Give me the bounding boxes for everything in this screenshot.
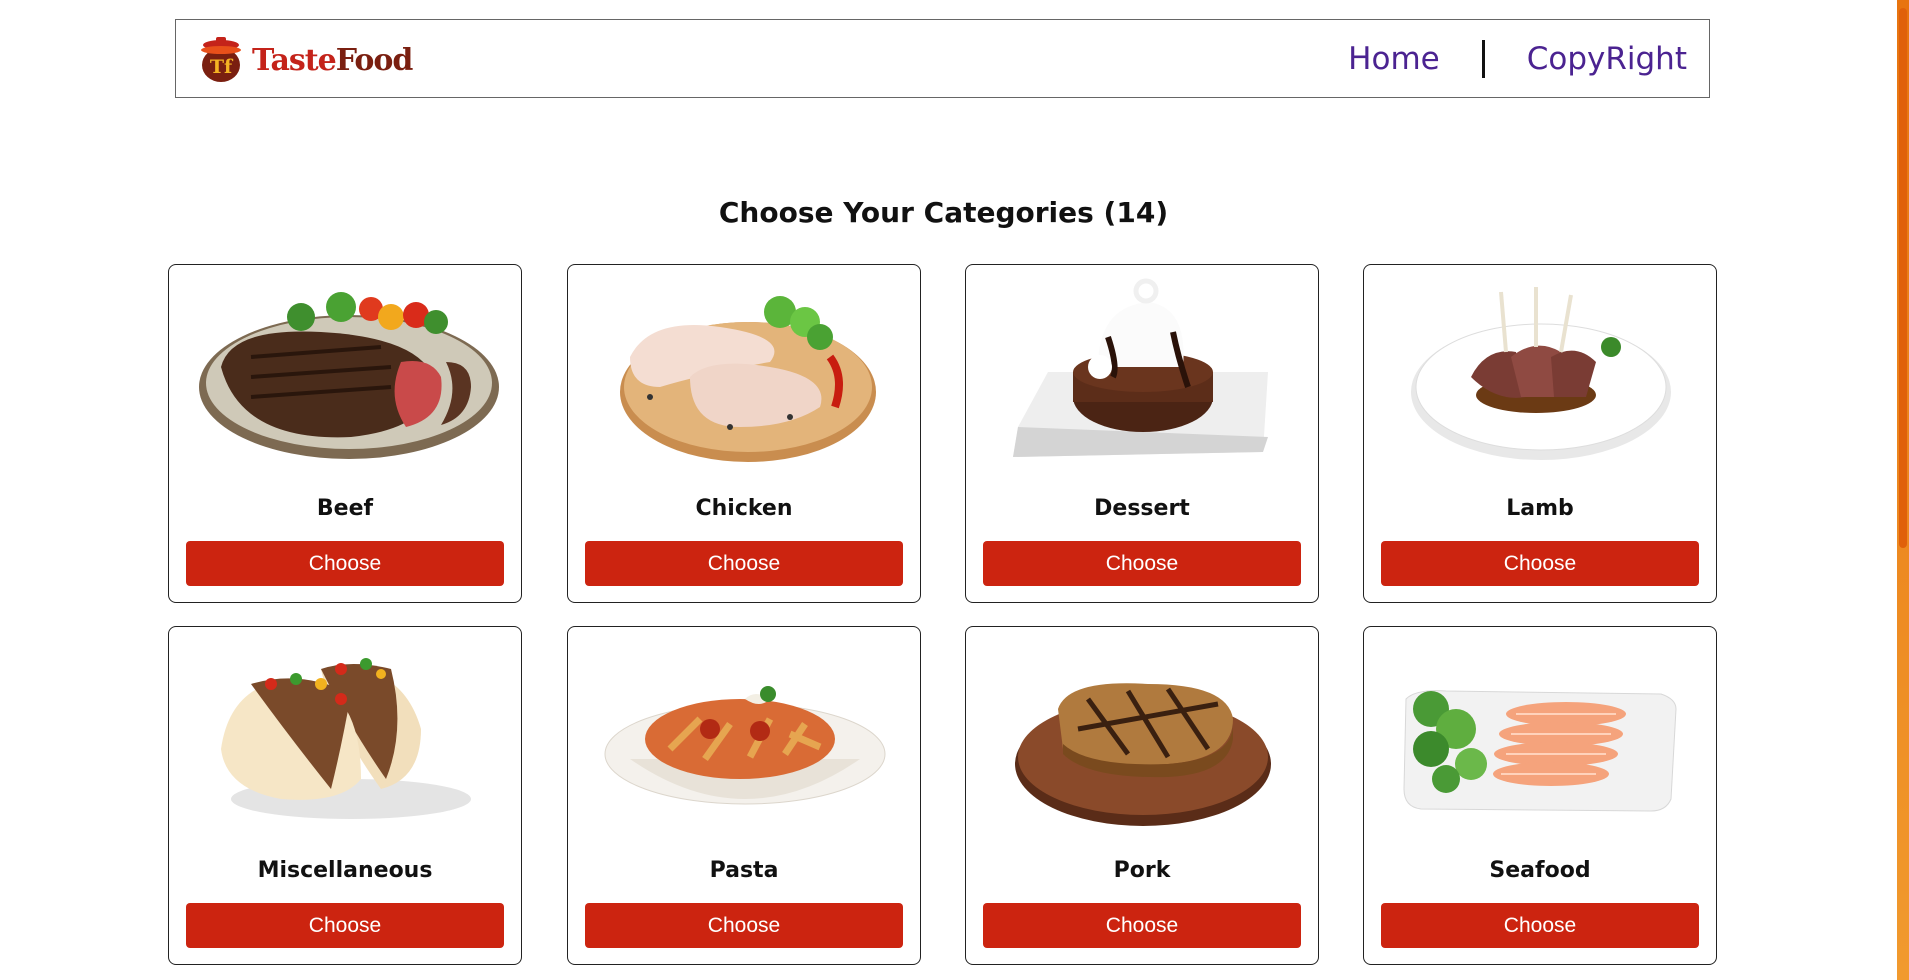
category-name: Dessert [1094,496,1190,521]
category-card-pork: Pork Choose [965,626,1319,965]
category-name: Seafood [1489,858,1591,883]
brand-logo[interactable]: Tf TasteFood [196,34,413,86]
nav-home-link[interactable]: Home [1348,41,1440,77]
scrollbar[interactable] [1897,0,1909,980]
choose-button[interactable]: Choose [1381,903,1699,948]
category-name: Lamb [1506,496,1574,521]
choose-button[interactable]: Choose [983,903,1301,948]
choose-button[interactable]: Choose [983,541,1301,586]
category-name: Pasta [709,858,779,883]
choose-button[interactable]: Choose [186,903,504,948]
category-name: Chicken [695,496,793,521]
category-name: Pork [1113,858,1171,883]
main-nav: Home CopyRight [1348,20,1687,97]
page-title: Choose Your Categories (14) [718,196,1169,229]
category-card-seafood: Seafood Choose [1363,626,1717,965]
category-card-pasta: Pasta Choose [567,626,921,965]
choose-button[interactable]: Choose [1381,541,1699,586]
pork-image [1015,683,1271,826]
choose-button[interactable]: Choose [585,541,903,586]
category-card-chicken: Chicken Choose [567,264,921,603]
category-name: Beef [316,496,374,521]
category-card-dessert: Dessert Choose [965,264,1319,603]
choose-button[interactable]: Choose [585,903,903,948]
lamb-image [1411,287,1671,460]
chicken-image [620,296,876,462]
seafood-image [1403,690,1677,812]
category-card-miscellaneous: Miscellaneous Choose [168,626,522,965]
site-header: Tf TasteFood Home CopyRight [175,19,1710,98]
category-name: Miscellaneous [257,858,433,883]
steak-image [199,292,499,459]
nav-divider [1481,39,1485,78]
svg-text:Tf: Tf [210,56,234,78]
category-card-beef: Beef Choose [168,264,522,603]
pasta-image [604,686,886,805]
brand-name: TasteFood [252,42,413,78]
category-card-lamb: Lamb Choose [1363,264,1717,603]
pot-logo-icon: Tf [201,37,241,82]
choose-button[interactable]: Choose [186,541,504,586]
nav-copyright-link[interactable]: CopyRight [1527,41,1687,77]
dessert-image [1013,278,1268,457]
scrollbar-thumb[interactable] [1899,8,1907,548]
taco-image [221,658,471,819]
